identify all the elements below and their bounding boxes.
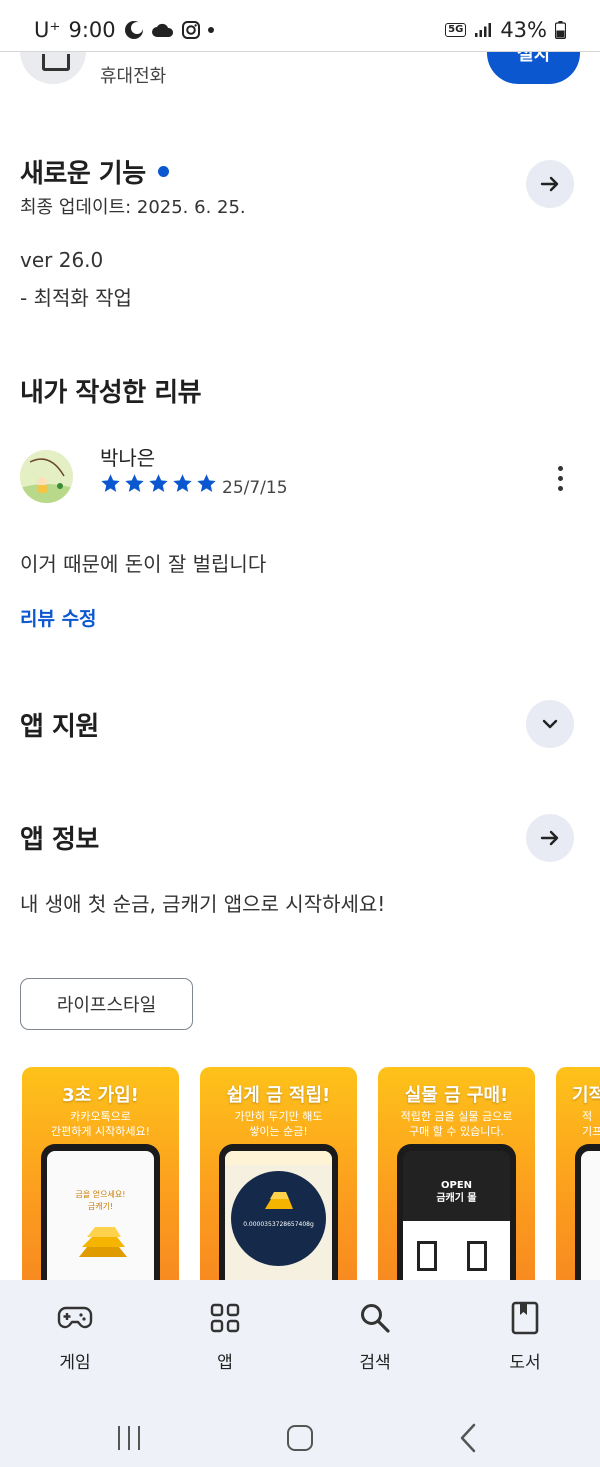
dnd-moon-icon xyxy=(124,21,143,39)
back-icon[interactable] xyxy=(459,1423,477,1453)
bottom-navigation: 게임 앱 검색 도서 xyxy=(0,1280,600,1467)
nav-books[interactable]: 도서 xyxy=(470,1300,580,1373)
home-icon[interactable] xyxy=(287,1425,313,1451)
screenshot-title: 기적 xyxy=(572,1085,600,1106)
nav-search[interactable]: 검색 xyxy=(320,1300,430,1373)
screenshot-subtitle: 카카오톡으로 간편하게 시작하세요! xyxy=(51,1110,150,1138)
whats-new-arrow-button[interactable] xyxy=(526,160,574,208)
whats-new-title: 새로운 기능 xyxy=(20,159,146,189)
screenshot-carousel[interactable]: 3초 가입! 카카오톡으로 간편하게 시작하세요! 금을 얻으세요! 금캐기! … xyxy=(22,1067,600,1280)
star-icon xyxy=(101,474,120,492)
star-icon xyxy=(173,474,192,492)
screenshot-subtitle: 가만히 두기만 해도 쌓이는 순금! xyxy=(234,1110,323,1138)
screenshot-screen-text: 0.0000353728657408g xyxy=(243,1221,314,1228)
release-notes: - 최적화 작업 xyxy=(20,286,132,310)
phone-mockup xyxy=(575,1144,600,1280)
reviewer-name: 박나은 xyxy=(100,446,156,470)
screenshot-subtitle: 적립한 금을 실물 금으로 구매 할 수 있습니다. xyxy=(400,1110,513,1138)
screenshot-title: 쉽게 금 적립! xyxy=(226,1085,331,1106)
status-bar: U⁺ 9:00 5G 43% xyxy=(0,0,600,52)
notification-dot-icon xyxy=(207,27,214,33)
last-updated: 최종 업데이트: 2025. 6. 25. xyxy=(20,197,246,218)
star-rating xyxy=(100,473,217,494)
star-icon xyxy=(125,474,144,492)
screenshot-screen-text: OPEN 금캐기 몰 xyxy=(436,1180,477,1204)
nav-label: 앱 xyxy=(217,1353,233,1373)
screenshot-title: 실물 금 구매! xyxy=(404,1085,509,1106)
review-text: 이거 때문에 돈이 잘 벌립니다 xyxy=(20,552,267,576)
battery-icon xyxy=(555,21,566,39)
more-options-icon[interactable] xyxy=(548,458,572,498)
system-navigation-bar xyxy=(0,1392,600,1467)
instagram-icon xyxy=(181,21,200,39)
gold-bar-icon xyxy=(79,1227,127,1257)
category-chip[interactable]: 라이프스타일 xyxy=(20,978,193,1030)
arrow-right-icon xyxy=(540,830,559,846)
screenshot-card[interactable]: 기적 적 기프 xyxy=(556,1067,600,1280)
version-text: ver 26.0 xyxy=(20,248,104,272)
screenshot-screen-text: 금을 얻으세요! 금캐기! xyxy=(75,1190,126,1211)
review-date: 25/7/15 xyxy=(222,478,288,498)
app-support-title[interactable]: 앱 지원 xyxy=(20,706,99,743)
star-icon xyxy=(197,474,216,492)
screenshot-title: 3초 가입! xyxy=(62,1085,139,1106)
star-icon xyxy=(149,474,168,492)
gold-bar-icon xyxy=(265,1192,293,1209)
book-icon xyxy=(511,1301,539,1335)
recent-apps-icon[interactable] xyxy=(118,1426,140,1450)
screenshot-card[interactable]: 3초 가입! 카카오톡으로 간편하게 시작하세요! 금을 얻으세요! 금캐기! xyxy=(22,1067,179,1280)
app-info-arrow-button[interactable] xyxy=(526,814,574,862)
arrow-right-icon xyxy=(540,176,559,192)
new-indicator-dot xyxy=(157,166,169,177)
clock: 9:00 xyxy=(68,18,116,42)
search-icon xyxy=(361,1304,390,1333)
apps-grid-icon xyxy=(210,1303,240,1333)
status-bar-right: 5G 43% xyxy=(445,18,566,42)
chevron-down-icon xyxy=(542,719,558,729)
status-bar-left: U⁺ 9:00 xyxy=(34,18,214,42)
carrier-label: U⁺ xyxy=(34,18,61,42)
phone-mockup: OPEN 금캐기 몰 xyxy=(397,1144,516,1280)
my-review-title: 내가 작성한 리뷰 xyxy=(20,378,202,408)
avatar xyxy=(20,450,73,503)
nav-label: 도서 xyxy=(509,1353,541,1373)
signal-icon xyxy=(475,23,492,37)
app-info-title[interactable]: 앱 정보 xyxy=(20,819,99,856)
app-support-expand-button[interactable] xyxy=(526,700,574,748)
phone-mockup: 금을 얻으세요! 금캐기! xyxy=(41,1144,160,1280)
screenshot-card[interactable]: 실물 금 구매! 적립한 금을 실물 금으로 구매 할 수 있습니다. OPEN… xyxy=(378,1067,535,1280)
edit-review-link[interactable]: 리뷰 수정 xyxy=(20,604,97,631)
cloud-icon xyxy=(151,23,173,37)
nav-games[interactable]: 게임 xyxy=(20,1300,130,1373)
app-category: 휴대전화 xyxy=(100,66,167,87)
nav-label: 검색 xyxy=(359,1353,391,1373)
screenshot-subtitle: 적 기프 xyxy=(582,1110,600,1138)
phone-mockup: 0.0000353728657408g xyxy=(219,1144,338,1280)
screenshot-card[interactable]: 쉽게 금 적립! 가만히 두기만 해도 쌓이는 순금! 0.0000353728… xyxy=(200,1067,357,1280)
gamepad-icon xyxy=(57,1306,93,1329)
network-5g-icon: 5G xyxy=(445,23,467,37)
battery-percent: 43% xyxy=(500,18,547,42)
whats-new-header[interactable]: 새로운 기능 xyxy=(20,153,169,190)
nav-label: 게임 xyxy=(59,1353,91,1373)
app-description: 내 생애 첫 순금, 금캐기 앱으로 시작하세요! xyxy=(20,892,386,916)
nav-apps[interactable]: 앱 xyxy=(170,1300,280,1373)
